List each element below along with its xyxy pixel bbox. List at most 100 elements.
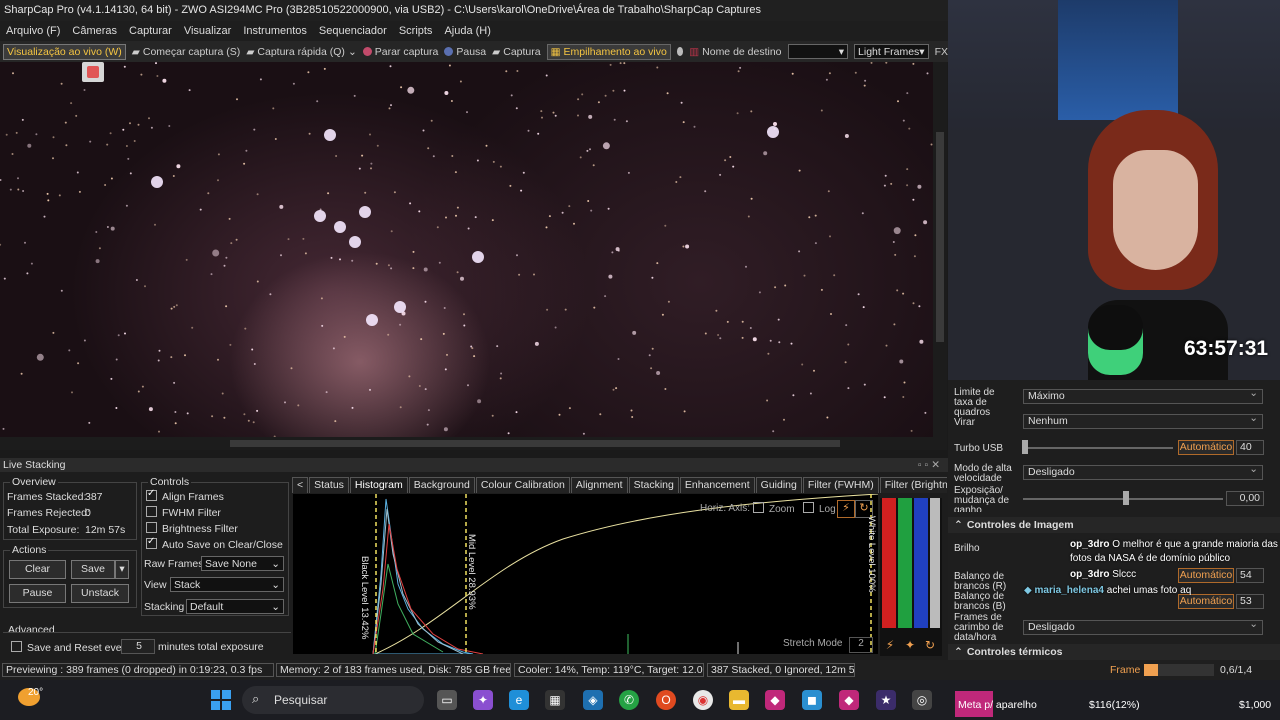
whatsapp-icon[interactable]: ✆ xyxy=(619,690,639,710)
menu-view[interactable]: Visualizar xyxy=(184,25,232,37)
tab-filter-brightness[interactable]: Filter (Brightness) xyxy=(879,477,947,493)
raw-frames-select[interactable]: Save None ⌄ xyxy=(201,556,284,571)
tab-background[interactable]: Background xyxy=(408,477,475,493)
turbo-usb-slider[interactable] xyxy=(1023,447,1173,449)
menu-cameras[interactable]: Câmeras xyxy=(72,25,117,37)
tab-status[interactable]: Status xyxy=(309,477,349,493)
frame-type-select[interactable]: Light Frames ▾ xyxy=(854,44,929,59)
frame-rate-limit-select[interactable]: Máximo xyxy=(1023,387,1263,404)
auto-save-checkbox[interactable]: Auto Save on Clear/Close xyxy=(146,536,283,551)
wb-red-value[interactable]: 54 xyxy=(1236,568,1264,583)
app-blue-icon[interactable]: ◼ xyxy=(802,690,822,710)
snapshot-icon[interactable] xyxy=(82,62,104,82)
menu-file[interactable]: Arquivo (F) xyxy=(6,25,60,37)
edge-icon[interactable]: e xyxy=(509,690,529,710)
live-stacking-label: Empilhamento ao vivo xyxy=(563,45,667,58)
preview-horizontal-scrollbar[interactable] xyxy=(0,437,933,450)
sparkle-icon[interactable]: ✦ xyxy=(902,638,918,654)
turbo-auto-button[interactable]: Automático xyxy=(1178,440,1234,455)
sharpcap-icon[interactable]: ◎ xyxy=(912,690,932,710)
save-reset-checkbox[interactable]: Save and Reset every xyxy=(11,641,130,654)
store-icon[interactable]: ▦ xyxy=(545,690,565,710)
search-box[interactable]: ⌕ Pesquisar xyxy=(242,686,424,714)
luminance-slider[interactable] xyxy=(930,498,940,628)
save-button[interactable]: Save xyxy=(71,560,115,579)
stacking-select[interactable]: Default ⌄ xyxy=(186,599,284,614)
close-icon[interactable]: ▫ ▫ ✕ xyxy=(918,458,940,472)
app-pink-icon[interactable]: ◆ xyxy=(839,690,859,710)
align-frames-checkbox[interactable]: Align Frames xyxy=(146,488,224,503)
thermal-controls-header[interactable]: ⌃ Controles térmicos xyxy=(948,644,1280,660)
save-reset-suffix: minutes total exposure xyxy=(158,641,264,653)
quick-capture-button[interactable]: ▰ Captura rápida (Q) ⌄ xyxy=(246,46,356,58)
tab-stacking[interactable]: Stacking xyxy=(628,477,679,493)
chat-username: maria_helena4 xyxy=(1034,585,1104,596)
menu-sequencer[interactable]: Sequenciador xyxy=(319,25,387,37)
stellarium-icon[interactable]: ★ xyxy=(876,690,896,710)
brightness-filter-checkbox[interactable]: Brightness Filter xyxy=(146,522,238,535)
exposure-gain-slider-thumb[interactable] xyxy=(1123,491,1129,505)
reset-icon[interactable]: ↻ xyxy=(922,638,938,654)
turbo-usb-slider-thumb[interactable] xyxy=(1022,440,1028,454)
clear-button[interactable]: Clear xyxy=(9,560,66,579)
save-reset-interval-input[interactable]: 5 xyxy=(121,639,155,654)
turbo-usb-value[interactable]: 40 xyxy=(1236,440,1264,455)
live-stacking-button[interactable]: ▦ Empilhamento ao vivo xyxy=(546,43,671,60)
destination-button[interactable]: ▥ Nome de destino xyxy=(689,46,781,58)
overview-title: Overview xyxy=(10,476,58,488)
tab-alignment[interactable]: Alignment xyxy=(570,477,628,493)
live-view-button[interactable]: Visualização ao vivo (W) xyxy=(3,43,126,60)
wb-red-auto-button[interactable]: Automático xyxy=(1178,568,1234,583)
windows-start-icon[interactable] xyxy=(211,690,231,710)
pause-button[interactable]: Pausa xyxy=(444,46,486,58)
stretch-mode-input[interactable]: 2 xyxy=(849,637,873,653)
live-preview-image[interactable] xyxy=(0,62,933,437)
exposure-gain-value[interactable]: 0,00 xyxy=(1226,491,1264,506)
high-speed-select[interactable]: Desligado xyxy=(1023,463,1263,480)
app-pink-icon[interactable]: ◆ xyxy=(765,690,785,710)
preview-vertical-scrollbar[interactable] xyxy=(933,62,947,450)
histogram-chart[interactable]: Horiz. Axis: Zoom Log ⚡ ↻ Black Level 13… xyxy=(293,494,878,654)
zoom-checkbox[interactable]: Zoom xyxy=(753,502,795,515)
app-icon[interactable]: ◈ xyxy=(583,690,603,710)
stop-capture-button[interactable]: Parar captura xyxy=(362,46,438,58)
weather-temp: 20° xyxy=(28,687,44,698)
capture-button[interactable]: ▰ Captura xyxy=(492,46,540,58)
goal-amount: $116(12%) xyxy=(1089,699,1140,711)
menu-tools[interactable]: Instrumentos xyxy=(243,25,307,37)
log-checkbox[interactable]: Log xyxy=(803,502,836,515)
tab-histogram[interactable]: Histogram xyxy=(349,477,408,493)
image-controls-header[interactable]: ⌃ Controles de Imagem xyxy=(948,517,1280,533)
green-channel-slider[interactable] xyxy=(898,498,912,628)
menu-help[interactable]: Ajuda (H) xyxy=(444,25,490,37)
stream-timer: 63:57:31 xyxy=(1184,337,1269,360)
fwhm-filter-checkbox[interactable]: FWHM Filter xyxy=(146,506,221,519)
pause-stacking-button[interactable]: Pause xyxy=(9,584,66,603)
auto-stretch-icon[interactable]: ⚡ xyxy=(837,500,855,518)
flip-select[interactable]: Nenhum xyxy=(1023,412,1263,429)
folder-icon[interactable]: ▬ xyxy=(729,690,749,710)
fx-button[interactable]: FX xyxy=(935,46,948,58)
tab-guiding[interactable]: Guiding xyxy=(755,477,802,493)
tabs-scroll-left[interactable]: < xyxy=(292,477,309,493)
copilot-icon[interactable]: ✦ xyxy=(473,690,493,710)
start-capture-button[interactable]: ▰ Começar captura (S) xyxy=(132,46,241,58)
timestamp-select[interactable]: Desligado xyxy=(1023,618,1263,635)
opera-icon[interactable]: O xyxy=(656,690,676,710)
destination-select[interactable]: ▾ xyxy=(787,44,849,59)
blue-channel-slider[interactable] xyxy=(914,498,928,628)
red-channel-slider[interactable] xyxy=(882,498,896,628)
tab-colour-calibration[interactable]: Colour Calibration xyxy=(475,477,570,493)
tab-enhancement[interactable]: Enhancement xyxy=(679,477,755,493)
chrome-icon[interactable]: ◉ xyxy=(693,690,713,710)
auto-stretch-icon[interactable]: ⚡ xyxy=(882,638,898,654)
wb-blue-value[interactable]: 53 xyxy=(1236,594,1264,609)
tab-filter-fwhm[interactable]: Filter (FWHM) xyxy=(802,477,879,493)
menu-scripts[interactable]: Scripts xyxy=(399,25,433,37)
wb-blue-auto-button[interactable]: Automático xyxy=(1178,594,1234,609)
menu-capture[interactable]: Capturar xyxy=(129,25,172,37)
save-options-button[interactable]: ▾ xyxy=(115,560,129,579)
task-view-icon[interactable]: ▭ xyxy=(437,690,457,710)
unstack-button[interactable]: Unstack xyxy=(71,584,129,603)
view-select[interactable]: Stack ⌄ xyxy=(170,577,284,592)
